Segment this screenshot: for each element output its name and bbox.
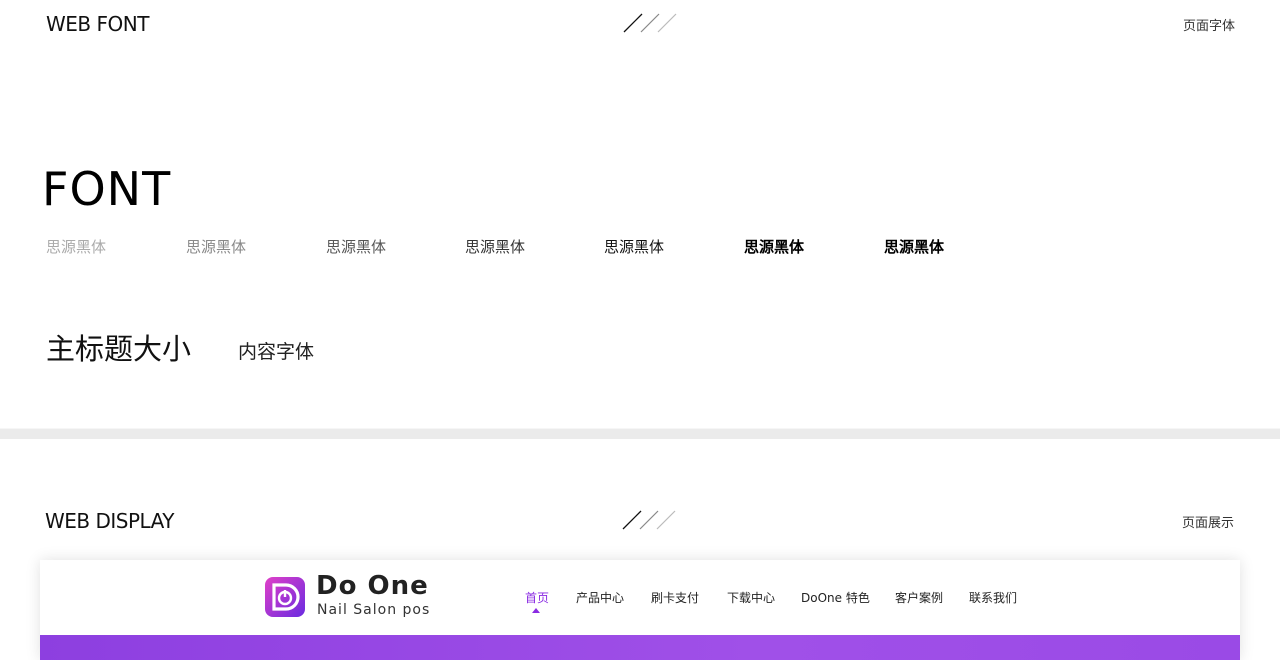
brand-name: Do One <box>316 571 429 601</box>
heading-size-sample: 主标题大小 <box>46 332 192 366</box>
nav-item-downloads[interactable]: 下载中心 <box>727 589 775 606</box>
nav-item-home[interactable]: 首页 <box>525 589 549 606</box>
slash-divider-icon <box>622 510 676 530</box>
weight-sample-2: 思源黑体 <box>186 238 247 256</box>
slash-divider-icon <box>623 13 677 33</box>
font-heading-label: FONT <box>42 162 172 216</box>
active-caret-icon <box>532 608 540 613</box>
nav-item-cases[interactable]: 客户案例 <box>895 589 943 606</box>
weight-sample-4: 思源黑体 <box>465 238 526 256</box>
weight-sample-6: 思源黑体 <box>744 238 805 256</box>
display-section-title: WEB DISPLAY <box>45 509 175 533</box>
nav-item-card-payment[interactable]: 刷卡支付 <box>651 589 699 606</box>
nav-item-products[interactable]: 产品中心 <box>576 589 624 606</box>
weight-sample-5: 思源黑体 <box>604 238 665 256</box>
font-section-subtitle: 页面字体 <box>1183 19 1236 34</box>
nav-item-features[interactable]: DoOne 特色 <box>801 589 870 606</box>
section-divider <box>0 428 1280 439</box>
display-section-subtitle: 页面展示 <box>1182 516 1235 531</box>
weight-sample-3: 思源黑体 <box>326 238 387 256</box>
website-preview: Do One Nail Salon pos 首页 产品中心 刷卡支付 下载中心 … <box>40 560 1240 660</box>
weight-sample-1: 思源黑体 <box>46 238 107 256</box>
hero-banner-strip <box>40 635 1240 660</box>
brand-tagline: Nail Salon pos <box>317 602 431 618</box>
weight-sample-7: 思源黑体 <box>884 238 945 256</box>
nav-item-contact[interactable]: 联系我们 <box>969 589 1017 606</box>
content-font-sample: 内容字体 <box>238 341 315 363</box>
font-section-title: WEB FONT <box>46 12 149 36</box>
doone-logo-icon <box>265 577 305 617</box>
